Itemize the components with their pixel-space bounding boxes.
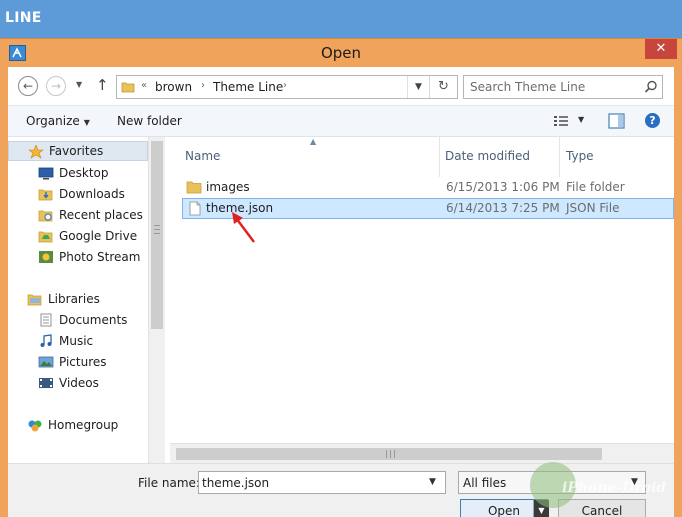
sidebar-item-desktop[interactable]: Desktop xyxy=(8,163,148,183)
homegroup-icon xyxy=(28,420,42,432)
sidebar-item-photo-stream[interactable]: Photo Stream xyxy=(8,247,148,267)
sidebar-item-documents[interactable]: Documents xyxy=(8,310,148,330)
sidebar-item-label: Favorites xyxy=(49,144,104,158)
change-view-icon[interactable] xyxy=(553,114,569,128)
help-icon[interactable]: ? xyxy=(645,113,660,128)
sidebar-item-recent-places[interactable]: Recent places xyxy=(8,205,148,225)
preview-pane-icon[interactable] xyxy=(608,113,625,129)
file-type: JSON File xyxy=(566,201,620,215)
new-folder-button[interactable]: New folder xyxy=(117,114,182,128)
breadcrumb-separator[interactable]: › xyxy=(201,80,205,91)
up-button[interactable]: ↑ xyxy=(96,76,109,94)
watermark-text: iPhone-Droid xyxy=(562,480,667,496)
file-row-images[interactable]: images 6/15/2013 1:06 PM File folder xyxy=(182,177,674,198)
back-button[interactable]: ← xyxy=(18,76,38,96)
chevron-down-icon[interactable]: ▼ xyxy=(429,477,436,487)
file-icon xyxy=(189,201,201,216)
organize-button[interactable]: Organize ▼ xyxy=(26,114,90,128)
sidebar-item-label: Videos xyxy=(59,376,99,390)
sidebar-item-google-drive[interactable]: Google Drive xyxy=(8,226,148,246)
sort-ascending-icon: ▲ xyxy=(310,137,317,146)
dialog-title: Open xyxy=(320,44,362,62)
breadcrumb-item-theme-line[interactable]: Theme Line xyxy=(213,80,283,94)
close-button[interactable]: ✕ xyxy=(645,39,677,59)
file-date-modified: 6/14/2013 7:25 PM xyxy=(446,201,560,215)
search-input[interactable]: Search Theme Line xyxy=(463,75,663,99)
chevron-down-icon: ▼ xyxy=(83,118,90,127)
sidebar-item-label: Libraries xyxy=(48,292,100,306)
file-name-value: theme.json xyxy=(202,476,270,490)
sidebar-item-label: Downloads xyxy=(59,187,125,201)
sidebar-item-music[interactable]: Music xyxy=(8,331,148,351)
column-header-label: Date modified xyxy=(445,149,531,163)
open-dialog: Open ✕ ← → ▼ ↑ « brown › Theme Line › ▼ … xyxy=(0,38,682,517)
column-header-name[interactable]: ▲ Name xyxy=(170,137,440,177)
navigation-pane: Favorites Desktop Downloads Recent place… xyxy=(8,137,148,463)
recent-locations-dropdown[interactable]: ▼ xyxy=(76,80,82,89)
sidebar-item-libraries[interactable]: Libraries xyxy=(8,289,148,309)
star-icon xyxy=(28,145,44,159)
sidebar-item-label: Recent places xyxy=(59,208,143,222)
sidebar-item-label: Desktop xyxy=(59,166,109,180)
app-title: LINE xyxy=(5,10,42,26)
google-drive-icon xyxy=(38,231,53,243)
sidebar-item-label: Pictures xyxy=(59,355,107,369)
videos-icon xyxy=(39,378,53,388)
music-icon xyxy=(40,334,52,347)
file-name-input[interactable]: theme.json ▼ xyxy=(198,471,446,494)
sidebar-item-label: Photo Stream xyxy=(59,250,141,264)
app-titlebar: LINE xyxy=(0,0,682,38)
breadcrumb-separator[interactable]: › xyxy=(283,80,287,91)
navigation-bar: ← → ▼ ↑ « brown › Theme Line › ▼ ↻ Searc… xyxy=(8,67,674,105)
file-list-horizontal-scrollbar[interactable] xyxy=(170,443,674,463)
search-placeholder: Search Theme Line xyxy=(470,80,586,94)
column-header-label: Type xyxy=(566,149,594,163)
annotation-arrow-icon xyxy=(232,212,255,243)
sidebar-item-favorites[interactable]: Favorites xyxy=(8,141,148,161)
command-bar: Organize ▼ New folder ▼ ? xyxy=(8,105,674,137)
forward-button[interactable]: → xyxy=(46,76,66,96)
breadcrumb-item-brown[interactable]: brown xyxy=(155,80,192,94)
organize-label: Organize xyxy=(26,114,80,128)
breadcrumb-overflow[interactable]: « xyxy=(141,80,147,91)
watermark: iPhone-Droid xyxy=(530,462,682,517)
sidebar-item-label: Documents xyxy=(59,313,128,327)
scrollbar-thumb[interactable] xyxy=(176,448,602,460)
libraries-icon xyxy=(27,294,42,306)
recent-places-icon xyxy=(38,210,53,222)
address-history-dropdown[interactable]: ▼ xyxy=(407,76,429,98)
file-type: File folder xyxy=(566,180,625,194)
file-type-value: All files xyxy=(463,476,507,490)
pictures-icon xyxy=(38,356,54,368)
desktop-icon xyxy=(38,167,54,180)
dialog-client: ← → ▼ ↑ « brown › Theme Line › ▼ ↻ Searc… xyxy=(8,67,674,517)
folder-icon xyxy=(121,82,135,93)
sidebar-item-pictures[interactable]: Pictures xyxy=(8,352,148,372)
navigation-pane-scrollbar[interactable] xyxy=(148,137,165,463)
sidebar-item-label: Homegroup xyxy=(48,418,119,432)
sidebar-item-downloads[interactable]: Downloads xyxy=(8,184,148,204)
file-name-label: File name: xyxy=(138,476,200,490)
column-header-label: Name xyxy=(185,149,221,163)
column-header-date-modified[interactable]: Date modified xyxy=(440,137,560,177)
search-icon[interactable] xyxy=(644,80,658,94)
file-date-modified: 6/15/2013 1:06 PM xyxy=(446,180,560,194)
photo-stream-icon xyxy=(39,251,53,263)
downloads-icon xyxy=(38,189,53,201)
column-header-type[interactable]: Type xyxy=(560,137,674,177)
grip-icon xyxy=(154,225,160,234)
sidebar-item-label: Google Drive xyxy=(59,229,138,243)
sidebar-item-homegroup[interactable]: Homegroup xyxy=(8,415,148,435)
view-options-dropdown[interactable]: ▼ xyxy=(578,115,584,124)
file-name: images xyxy=(206,180,250,194)
sidebar-item-label: Music xyxy=(59,334,94,348)
documents-icon xyxy=(40,313,52,327)
grip-icon xyxy=(386,450,395,458)
file-list: ▲ Name Date modified Type images 6/15/20… xyxy=(170,137,674,443)
refresh-button[interactable]: ↻ xyxy=(429,76,457,98)
sidebar-item-videos[interactable]: Videos xyxy=(8,373,148,393)
folder-icon xyxy=(186,181,202,194)
address-bar[interactable]: « brown › Theme Line › ▼ ↻ xyxy=(116,75,458,99)
scrollbar-thumb[interactable] xyxy=(151,141,163,329)
